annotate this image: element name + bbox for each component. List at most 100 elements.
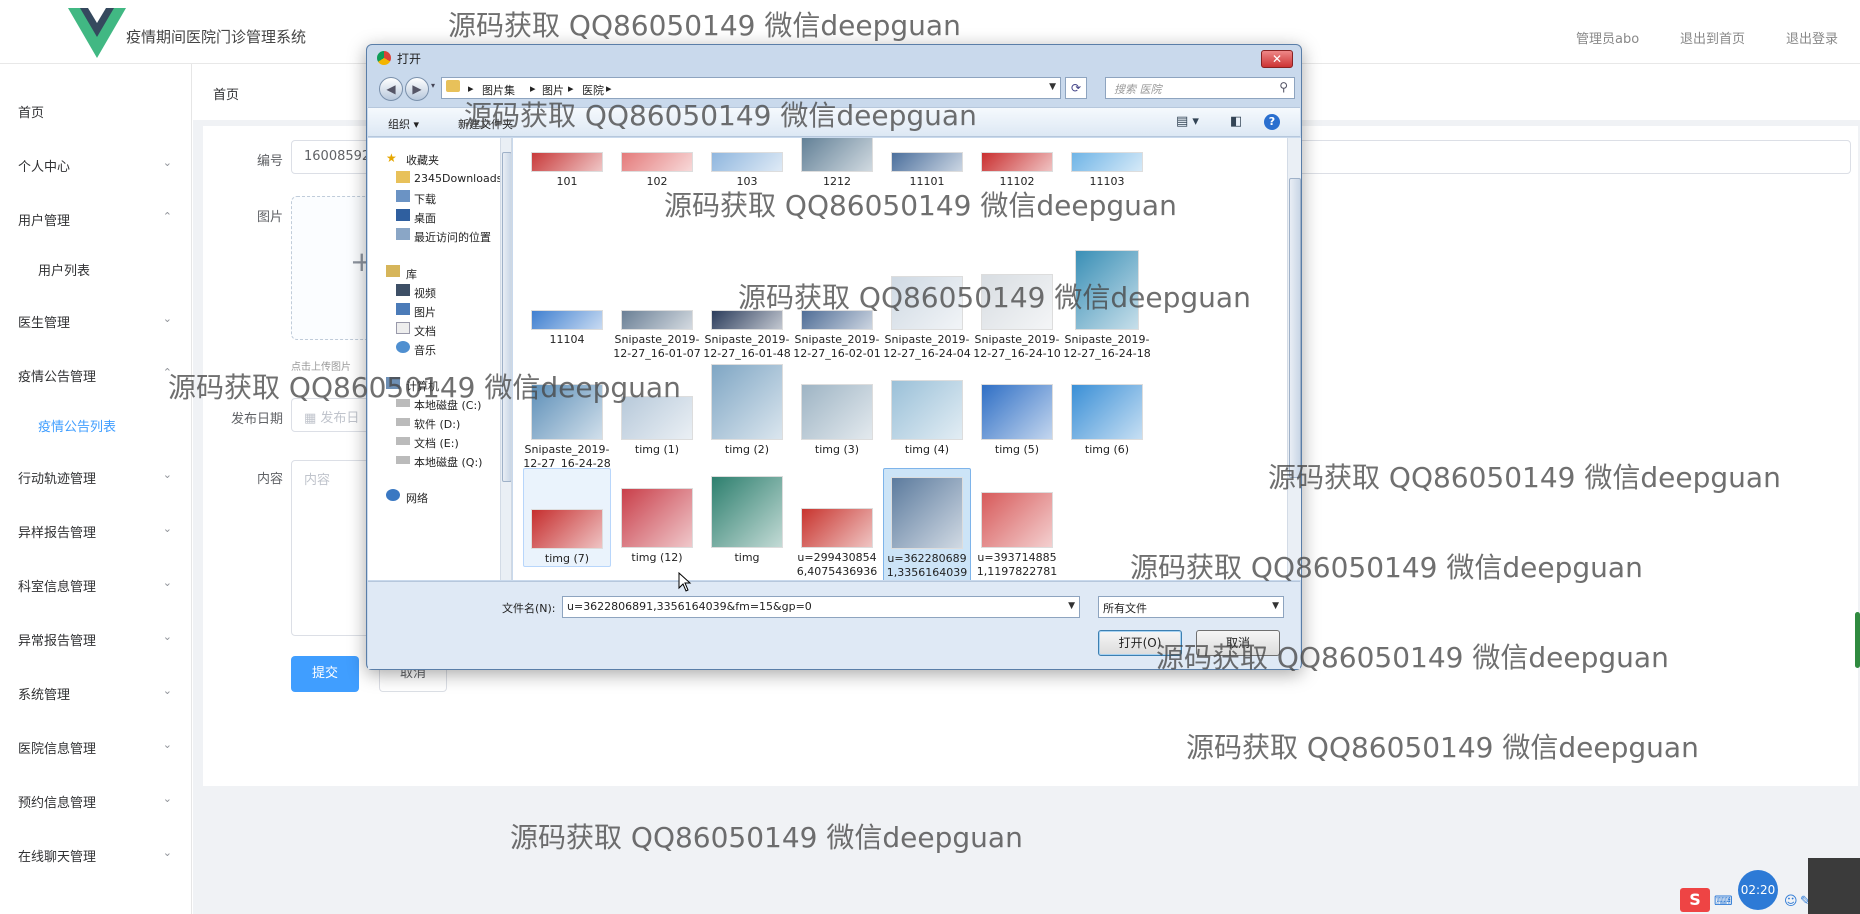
filetype-select[interactable]: 所有文件 ▼: [1098, 596, 1284, 618]
sidebar-item-epidemic-notice-list[interactable]: 疫情公告列表: [0, 398, 192, 452]
keyboard-icon[interactable]: ⌨: [1714, 894, 1733, 909]
file-item[interactable]: timg (5): [973, 360, 1061, 457]
file-item[interactable]: Snipaste_2019-12-27_16-02-01: [793, 250, 881, 361]
path-segment[interactable]: 图片: [542, 82, 564, 98]
file-item[interactable]: timg (12): [613, 468, 701, 565]
close-button[interactable]: ✕: [1261, 50, 1293, 68]
files-scrollbar[interactable]: [1287, 138, 1301, 580]
page-scroll-indicator[interactable]: [1855, 612, 1860, 668]
view-options-icon[interactable]: ▤ ▾: [1176, 114, 1199, 129]
sidebar-item-personal-center[interactable]: 个人中心 ⌄: [0, 138, 192, 192]
search-input[interactable]: 搜索 医院 ⚲: [1105, 77, 1295, 99]
refresh-button[interactable]: ⟳: [1065, 77, 1087, 99]
sidebar-item-user-list[interactable]: 用户列表: [0, 242, 192, 296]
nav-scrollbar-thumb[interactable]: [502, 152, 511, 482]
file-item[interactable]: 103: [703, 138, 791, 189]
sogou-ime-icon[interactable]: S: [1680, 888, 1710, 912]
nav-drive-d[interactable]: 软件 (D:): [368, 414, 498, 432]
nav-downloads[interactable]: 下载: [368, 189, 498, 207]
nav-recent-places[interactable]: 最近访问的位置: [368, 227, 498, 245]
nav-drive-e[interactable]: 文档 (E:): [368, 433, 498, 451]
sidebar-item-department-management[interactable]: 科室信息管理 ⌄: [0, 558, 192, 612]
path-segment[interactable]: 医院: [582, 82, 604, 98]
sidebar-item-online-chat-management[interactable]: 在线聊天管理 ⌄: [0, 828, 192, 882]
file-item[interactable]: timg (4): [883, 360, 971, 457]
nav-drive-q[interactable]: 本地磁盘 (Q:): [368, 452, 498, 470]
file-name: 11104: [549, 333, 585, 346]
dialog-cancel-button[interactable]: 取消: [1196, 630, 1280, 656]
admin-user-link[interactable]: 管理员abo: [1576, 28, 1639, 47]
nav-computer[interactable]: 计算机: [368, 376, 498, 394]
address-bar[interactable]: ▸ 图片集 ▸ 图片 ▸ 医院 ▸ ▼: [441, 77, 1061, 99]
file-item[interactable]: 102: [613, 138, 701, 189]
file-item[interactable]: Snipaste_2019-12-27_16-24-10: [973, 250, 1061, 361]
nav-libraries[interactable]: 库: [368, 264, 498, 282]
file-item[interactable]: timg (2): [703, 360, 791, 457]
help-icon[interactable]: ?: [1264, 114, 1280, 130]
file-item[interactable]: timg (7): [523, 468, 611, 567]
nav-documents[interactable]: 文档: [368, 321, 498, 339]
file-item[interactable]: timg (6): [1063, 360, 1151, 457]
file-item[interactable]: Snipaste_2019-12-27_16-01-48: [703, 250, 791, 361]
sidebar-item-abnormal-report-management[interactable]: 异常报告管理 ⌄: [0, 612, 192, 666]
nav-2345downloads[interactable]: 2345Downloads: [368, 170, 502, 188]
sidebar-item-hospital-info-management[interactable]: 医院信息管理 ⌄: [0, 720, 192, 774]
image-thumbnail: [621, 396, 693, 440]
file-item[interactable]: timg (1): [613, 360, 701, 457]
pictures-icon: [396, 303, 410, 315]
dialog-titlebar[interactable]: 打开 ✕: [367, 45, 1301, 71]
file-item[interactable]: Snipaste_2019-12-27_16-01-07: [613, 250, 701, 361]
file-item[interactable]: u=3937148851,1197822781&fm=26&gp=0: [973, 468, 1061, 580]
address-dropdown-icon[interactable]: ▼: [1049, 82, 1056, 92]
chevron-down-icon[interactable]: ▼: [1068, 601, 1075, 611]
file-item[interactable]: 11101: [883, 138, 971, 189]
search-icon[interactable]: ⚲: [1279, 80, 1288, 94]
preview-pane-icon[interactable]: ◧: [1230, 114, 1242, 129]
logout-link[interactable]: 退出登录: [1786, 28, 1838, 47]
sidebar-item-appointment-management[interactable]: 预约信息管理 ⌄: [0, 774, 192, 828]
sidebar-item-anomaly-report-management[interactable]: 异样报告管理 ⌄: [0, 504, 192, 558]
sidebar-item-epidemic-notice-management[interactable]: 疫情公告管理 ⌃: [0, 348, 192, 402]
back-button[interactable]: ◀: [379, 77, 403, 101]
sidebar-item-system-management[interactable]: 系统管理 ⌄: [0, 666, 192, 720]
sidebar-item-home[interactable]: 首页: [0, 84, 192, 138]
filename-input[interactable]: u=3622806891,3356164039&fm=15&gp=0 ▼: [562, 596, 1080, 618]
sidebar-item-user-management[interactable]: 用户管理 ⌃: [0, 192, 192, 246]
file-item[interactable]: 11104: [523, 250, 611, 347]
nav-videos[interactable]: 视频: [368, 283, 498, 301]
file-item[interactable]: timg (3): [793, 360, 881, 457]
file-item[interactable]: Snipaste_2019-12-27_16-24-18: [1063, 250, 1151, 361]
sidebar-item-doctor-management[interactable]: 医生管理 ⌄: [0, 294, 192, 348]
nav-drive-c[interactable]: 本地磁盘 (C:): [368, 395, 498, 413]
exit-to-home-link[interactable]: 退出到首页: [1680, 28, 1745, 47]
nav-pictures[interactable]: 图片: [368, 302, 498, 320]
forward-button[interactable]: ▶: [405, 77, 429, 101]
nav-desktop[interactable]: 桌面: [368, 208, 498, 226]
file-item[interactable]: 11102: [973, 138, 1061, 189]
file-item[interactable]: 101: [523, 138, 611, 189]
organize-button[interactable]: 组织 ▾: [388, 116, 419, 132]
breadcrumb[interactable]: 首页: [213, 84, 239, 103]
sidebar-item-track-management[interactable]: 行动轨迹管理 ⌄: [0, 450, 192, 504]
path-segment[interactable]: 图片集: [482, 82, 515, 98]
file-item[interactable]: 11103: [1063, 138, 1151, 189]
nav-network[interactable]: 网络: [368, 488, 498, 506]
files-scrollbar-thumb[interactable]: [1289, 178, 1301, 478]
history-dropdown-icon[interactable]: ▾: [431, 81, 435, 90]
file-item[interactable]: u=3622806891,3356164039&fm=15&gp=0: [883, 468, 971, 580]
nav-scrollbar[interactable]: [500, 138, 511, 580]
sidebar-item-label: 医生管理: [18, 316, 71, 331]
submit-button[interactable]: 提交: [291, 656, 359, 692]
file-item[interactable]: timg: [703, 468, 791, 565]
chevron-down-icon: ⌄: [162, 630, 172, 643]
nav-music[interactable]: 音乐: [368, 340, 498, 358]
file-item[interactable]: Snipaste_2019-12-27_16-24-28: [523, 360, 611, 471]
open-button[interactable]: 打开(O): [1098, 630, 1182, 656]
file-item[interactable]: Snipaste_2019-12-27_16-24-04: [883, 250, 971, 361]
nav-favorites[interactable]: ★ 收藏夹: [368, 150, 498, 168]
file-item[interactable]: 1212: [793, 138, 881, 189]
new-folder-button[interactable]: 新建文件夹: [458, 116, 513, 132]
file-item[interactable]: u=2994308546,4075436936&fm=26&gp=0: [793, 468, 881, 580]
dialog-toolbar: 组织 ▾ 新建文件夹 ▤ ▾ ◧ ?: [368, 107, 1300, 137]
smiley-icon[interactable]: ☺: [1784, 894, 1798, 909]
